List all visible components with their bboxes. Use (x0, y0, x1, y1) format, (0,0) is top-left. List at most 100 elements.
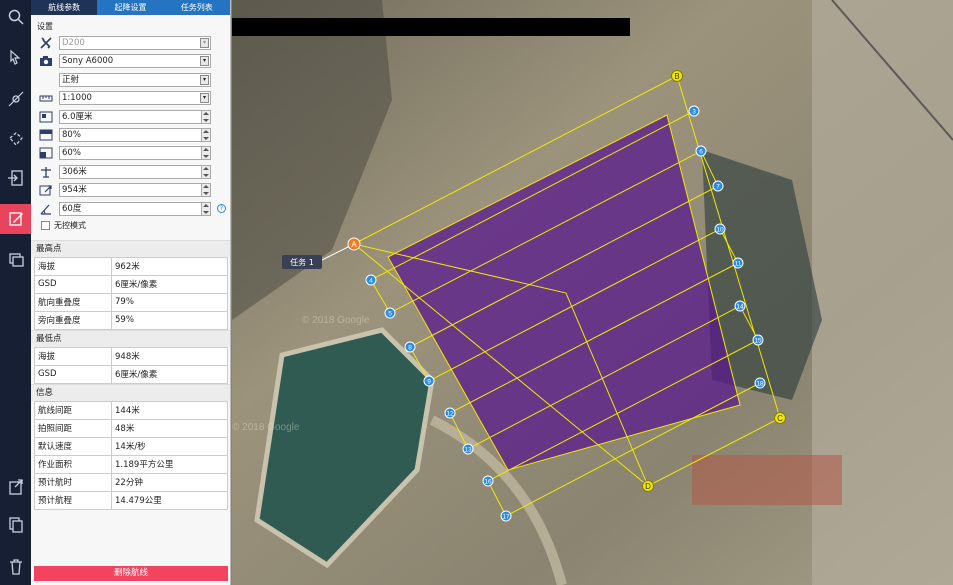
export-tool-icon[interactable] (0, 472, 31, 502)
camera-select[interactable]: Sony A6000 ▾ (59, 54, 211, 69)
waypoint-marker[interactable]: 15 (752, 334, 764, 346)
side-overlap-icon (39, 147, 53, 159)
forward-overlap-input[interactable]: 80% (59, 127, 211, 142)
takeoff-altitude-input[interactable]: 954米 (59, 183, 211, 198)
waypoint-marker[interactable]: 17 (500, 510, 512, 522)
corner-marker-b[interactable]: B (671, 70, 683, 82)
corner-marker-a[interactable]: A (347, 237, 361, 251)
map-canvas[interactable]: © 2018 Google © 2018 Google 任务 1 A B C D… (232, 0, 953, 585)
waypoint-marker[interactable]: 6 (695, 145, 707, 157)
route-parameters-panel: 航线参数 起降设置 任务列表 设置 D200 ▾ Sony A6000 ▾ 正射 ▾ … (31, 0, 231, 585)
trash-tool-icon[interactable] (0, 552, 31, 582)
svg-text:4: 4 (369, 278, 373, 285)
svg-text:12: 12 (446, 411, 454, 418)
copy-tool-icon[interactable] (0, 510, 31, 540)
layers-tool-icon[interactable] (0, 244, 31, 274)
tab-takeoff-landing[interactable]: 起降设置 (97, 0, 163, 15)
tab-task-list[interactable]: 任务列表 (164, 0, 230, 15)
corner-marker-c[interactable]: C (774, 412, 786, 424)
aircraft-row: D200 ▾ (31, 34, 230, 52)
redaction-bar (232, 18, 630, 36)
scale-select[interactable]: 1:1000 ▾ (59, 91, 211, 106)
camera-icon (39, 55, 53, 67)
polygon-tool-icon[interactable] (0, 124, 31, 154)
svg-text:3: 3 (692, 109, 696, 116)
table-row: 海拔 962米 (34, 256, 228, 276)
waypoint-marker[interactable]: 11 (732, 257, 744, 269)
side-overlap-input[interactable]: 60% (59, 146, 211, 161)
takeoff-altitude-icon (39, 184, 53, 196)
select-tool-icon[interactable] (0, 42, 31, 72)
waypoint-marker[interactable]: 9 (423, 375, 435, 387)
table-row: 作业面积 1.189平方公里 (34, 454, 228, 474)
scale-row: 1:1000 ▾ (31, 89, 230, 107)
svg-text:8: 8 (408, 345, 412, 352)
help-icon[interactable]: ? (217, 203, 226, 213)
waypoint-marker[interactable]: 12 (444, 407, 456, 419)
satellite-map[interactable]: © 2018 Google © 2018 Google 任务 1 A B C D… (232, 0, 953, 585)
svg-text:17: 17 (502, 514, 510, 521)
gsd-input[interactable]: 6.0厘米 (59, 109, 211, 124)
table-row: 预计航时 22分钟 (34, 472, 228, 492)
lowest-point-title: 最低点 (31, 329, 230, 347)
settings-title: 设置 (37, 22, 53, 31)
aircraft-select[interactable]: D200 ▾ (59, 36, 211, 50)
delete-route-button[interactable]: 删除航线 (34, 566, 228, 581)
waypoint-marker[interactable]: 5 (384, 307, 396, 319)
table-row: 默认速度 14米/秒 (34, 436, 228, 456)
map-watermark: © 2018 Google (302, 315, 370, 326)
waypoint-marker[interactable]: 13 (462, 443, 474, 455)
svg-text:15: 15 (754, 338, 762, 345)
table-row: GSD 6厘米/像素 (34, 274, 228, 294)
import-tool-icon[interactable] (0, 163, 31, 193)
lowest-point-table: 海拔 948米 GSD 6厘米/像素 (34, 346, 228, 384)
angle-input[interactable]: 60度 (59, 201, 211, 216)
highest-point-title: 最高点 (31, 239, 230, 257)
no-control-mode-row[interactable]: 无控模式 (31, 218, 230, 234)
svg-text:C: C (777, 414, 783, 423)
task-label: 任务 1 (290, 257, 314, 267)
info-title: 信息 (31, 383, 230, 401)
waypoint-marker[interactable]: 18 (754, 377, 766, 389)
no-control-mode-label: 无控模式 (54, 221, 86, 231)
route-edit-tool-icon[interactable] (0, 204, 31, 234)
waypoint-marker[interactable]: 14 (734, 300, 746, 312)
side-overlap-row: 60% (31, 144, 230, 162)
tab-route-params[interactable]: 航线参数 (31, 0, 98, 15)
waypoint-marker[interactable]: 7 (712, 180, 724, 192)
svg-text:5: 5 (388, 311, 392, 318)
table-row: 航线间距 144米 (34, 400, 228, 420)
waypoint-marker[interactable]: 16 (482, 475, 494, 487)
svg-text:16: 16 (484, 479, 492, 486)
shoot-mode-row: 正射 ▾ (31, 71, 230, 89)
table-row: 旁向重叠度 59% (34, 310, 228, 330)
altitude-row: 306米 (31, 163, 230, 181)
svg-text:D: D (645, 482, 651, 491)
altitude-input[interactable]: 306米 (59, 164, 211, 179)
table-row: 预计航程 14.479公里 (34, 490, 228, 510)
forward-overlap-row: 80% (31, 126, 230, 144)
search-tool-icon[interactable] (0, 2, 31, 32)
svg-text:18: 18 (756, 381, 764, 388)
waypoint-marker[interactable]: 10 (714, 223, 726, 235)
gsd-row: 6.0厘米 (31, 108, 230, 126)
table-row: GSD 6厘米/像素 (34, 364, 228, 384)
shoot-mode-select[interactable]: 正射 ▾ (59, 72, 211, 87)
takeoff-altitude-row: 954米 (31, 181, 230, 199)
altitude-icon (39, 166, 53, 178)
resolution-icon (39, 111, 53, 123)
svg-text:9: 9 (427, 379, 431, 386)
buildings-area (692, 455, 842, 505)
map-watermark: © 2018 Google (232, 422, 300, 433)
svg-text:6: 6 (699, 149, 703, 156)
waypoint-marker[interactable]: 4 (365, 274, 377, 286)
no-control-mode-checkbox[interactable] (41, 221, 50, 231)
point-tool-icon[interactable] (0, 84, 31, 114)
aircraft-icon (39, 37, 53, 49)
camera-row: Sony A6000 ▾ (31, 52, 230, 70)
panel-tabs: 航线参数 起降设置 任务列表 (31, 0, 230, 15)
waypoint-marker[interactable]: 8 (404, 341, 416, 353)
corner-marker-d[interactable]: D (642, 480, 654, 492)
waypoint-marker[interactable]: 3 (688, 105, 700, 117)
angle-row: 60度 ? (31, 200, 230, 218)
